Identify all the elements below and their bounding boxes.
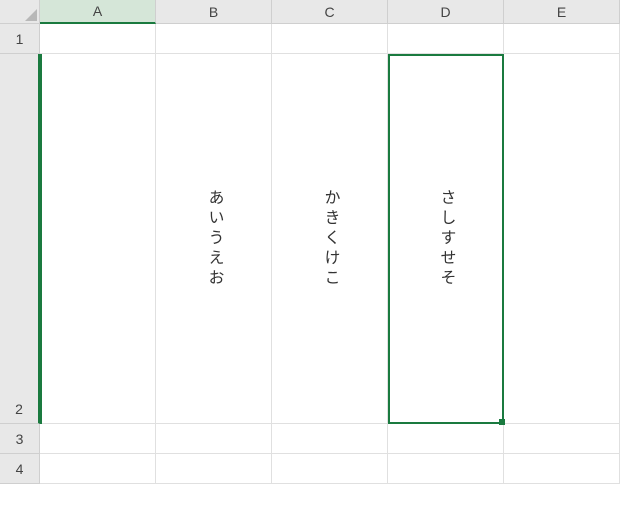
row-header-4[interactable]: 4	[0, 454, 40, 484]
cell-C1[interactable]	[272, 24, 388, 54]
cell-A2[interactable]	[40, 54, 156, 424]
row-header-label: 2	[15, 401, 23, 417]
grid-row	[40, 24, 628, 54]
col-header-C[interactable]: C	[272, 0, 388, 24]
col-header-A[interactable]: A	[40, 0, 156, 24]
cell-A3[interactable]	[40, 424, 156, 454]
cell-C4[interactable]	[272, 454, 388, 484]
cell-B1[interactable]	[156, 24, 272, 54]
row-header-2[interactable]: 2	[0, 54, 40, 424]
grid: あいうえお かきくけこ さしすせそ	[40, 24, 628, 516]
grid-row	[40, 424, 628, 454]
row-header-label: 1	[16, 31, 24, 47]
grid-row	[40, 454, 628, 484]
row-header-3[interactable]: 3	[0, 424, 40, 454]
cell-B4[interactable]	[156, 454, 272, 484]
cell-E2[interactable]	[504, 54, 620, 424]
cell-A4[interactable]	[40, 454, 156, 484]
cell-A1[interactable]	[40, 24, 156, 54]
cell-D1[interactable]	[388, 24, 504, 54]
col-header-label: D	[440, 4, 450, 20]
col-header-label: B	[209, 4, 218, 20]
row-header-1[interactable]: 1	[0, 24, 40, 54]
cell-D2[interactable]: さしすせそ	[388, 54, 504, 424]
cell-B3[interactable]	[156, 424, 272, 454]
row-headers: 1 2 3 4	[0, 24, 40, 516]
col-header-E[interactable]: E	[504, 0, 620, 24]
row-header-label: 3	[16, 431, 24, 447]
col-header-label: C	[324, 4, 334, 20]
cell-D3[interactable]	[388, 424, 504, 454]
spreadsheet: A B C D E 1 2 3 4 あいうえお かきくけこ さしすせそ	[0, 0, 628, 516]
col-header-label: E	[557, 4, 566, 20]
col-header-B[interactable]: B	[156, 0, 272, 24]
cell-value: あいうえお	[202, 189, 226, 289]
column-headers: A B C D E	[40, 0, 628, 24]
cell-E1[interactable]	[504, 24, 620, 54]
select-all-triangle-icon	[25, 9, 37, 21]
cell-E4[interactable]	[504, 454, 620, 484]
cell-E3[interactable]	[504, 424, 620, 454]
cell-B2[interactable]: あいうえお	[156, 54, 272, 424]
cell-value: さしすせそ	[434, 189, 458, 289]
cell-value: かきくけこ	[318, 189, 342, 289]
select-all-corner[interactable]	[0, 0, 40, 24]
col-header-label: A	[93, 3, 102, 19]
grid-row: あいうえお かきくけこ さしすせそ	[40, 54, 628, 424]
cell-D4[interactable]	[388, 454, 504, 484]
cell-C3[interactable]	[272, 424, 388, 454]
row-header-label: 4	[16, 461, 24, 477]
col-header-D[interactable]: D	[388, 0, 504, 24]
cell-C2[interactable]: かきくけこ	[272, 54, 388, 424]
row-selection-indicator	[40, 54, 42, 424]
